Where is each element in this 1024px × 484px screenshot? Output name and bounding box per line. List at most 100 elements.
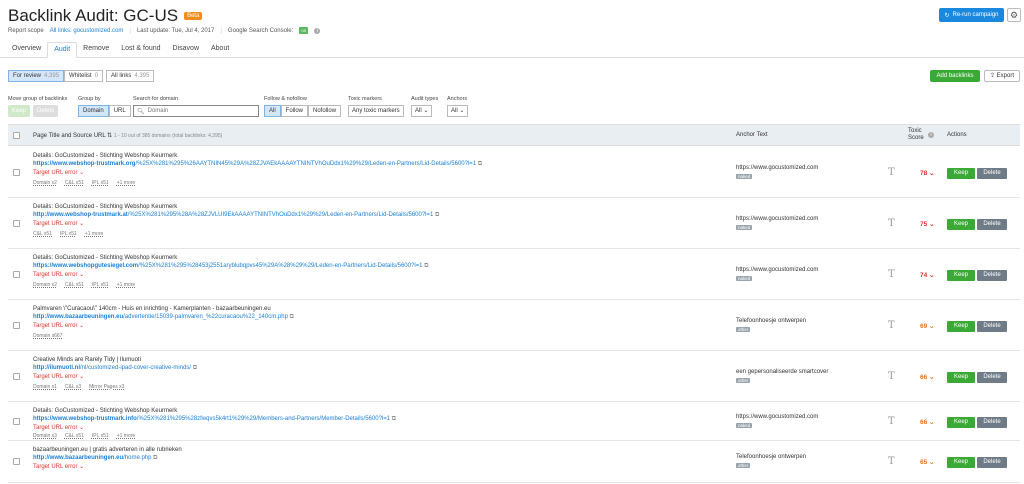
info-icon[interactable]: i bbox=[314, 27, 321, 34]
delete-button[interactable]: Delete bbox=[977, 270, 1007, 281]
toxic-score[interactable]: 75 ⌄ bbox=[920, 220, 935, 228]
metric-tag[interactable]: +1 more bbox=[117, 180, 135, 186]
delete-group-button[interactable]: Delete bbox=[33, 105, 59, 117]
source-url-link[interactable]: http://www.webshop-trustmark.at/%25X%281… bbox=[33, 212, 439, 219]
delete-button[interactable]: Delete bbox=[977, 457, 1007, 468]
segment-whitelist[interactable]: Whitelist 0 bbox=[64, 70, 104, 82]
delete-button[interactable]: Delete bbox=[977, 372, 1007, 383]
keep-button[interactable]: Keep bbox=[947, 321, 975, 332]
external-link-icon[interactable]: ⧉ bbox=[424, 263, 428, 269]
metric-tag[interactable]: IPL x51 bbox=[92, 282, 109, 288]
toxic-score[interactable]: 65 ⌄ bbox=[920, 458, 935, 466]
tab-about[interactable]: About bbox=[205, 42, 235, 58]
delete-button[interactable]: Delete bbox=[977, 219, 1007, 230]
toxic-score[interactable]: 78 ⌄ bbox=[920, 169, 935, 177]
row-checkbox[interactable] bbox=[13, 169, 20, 178]
group-domain-button[interactable]: Domain bbox=[78, 105, 109, 117]
target-url-error[interactable]: Target URL error ⌄ bbox=[33, 424, 84, 431]
metric-tag[interactable]: IPL x51 bbox=[92, 180, 109, 186]
info-icon[interactable]: i bbox=[928, 132, 934, 138]
row-checkbox[interactable] bbox=[13, 458, 20, 467]
metric-tag[interactable]: C&L x51 bbox=[33, 231, 52, 237]
external-link-icon[interactable]: ⧉ bbox=[193, 365, 197, 371]
text-format-icon: T bbox=[888, 269, 895, 280]
metric-tag[interactable]: +1 more bbox=[117, 433, 135, 439]
error-label: Target URL error bbox=[33, 221, 78, 227]
target-url-error[interactable]: Target URL error ⌄ bbox=[33, 322, 84, 329]
row-checkbox[interactable] bbox=[13, 220, 20, 229]
keep-button[interactable]: Keep bbox=[947, 168, 975, 179]
row-checkbox[interactable] bbox=[13, 322, 20, 331]
target-url-error[interactable]: Target URL error ⌄ bbox=[33, 463, 84, 470]
sort-icon[interactable]: ⇅ bbox=[107, 133, 114, 139]
external-link-icon[interactable]: ⧉ bbox=[290, 314, 294, 320]
rerun-campaign-button[interactable]: ↻ Re-run campaign bbox=[939, 8, 1004, 22]
segment-for-review[interactable]: For review 4,395 bbox=[8, 70, 65, 82]
metric-tag[interactable]: C&L x3 bbox=[65, 384, 81, 390]
tab-overview[interactable]: Overview bbox=[6, 42, 47, 58]
source-url-link[interactable]: https://www.webshop-trustmark.info/%25X%… bbox=[33, 416, 396, 423]
keep-group-button[interactable]: Keep bbox=[8, 105, 31, 117]
keep-button[interactable]: Keep bbox=[947, 457, 975, 468]
toxic-score[interactable]: 69 ⌄ bbox=[920, 322, 935, 330]
delete-button[interactable]: Delete bbox=[977, 417, 1007, 428]
export-button[interactable]: ⇪ Export bbox=[984, 70, 1020, 82]
keep-button[interactable]: Keep bbox=[947, 219, 975, 230]
target-url-error[interactable]: Target URL error ⌄ bbox=[33, 220, 84, 227]
metric-tag[interactable]: IPL x51 bbox=[60, 231, 77, 237]
follow-all-button[interactable]: All bbox=[264, 105, 281, 117]
group-url-button[interactable]: URL bbox=[108, 105, 131, 117]
source-url-link[interactable]: https://www.webshop-trustmark.org/%25X%2… bbox=[33, 161, 482, 168]
anchors-dropdown[interactable]: All ⌄ bbox=[447, 105, 469, 117]
tab-disavow[interactable]: Disavow bbox=[167, 42, 205, 58]
metric-tag[interactable]: C&L x51 bbox=[65, 180, 84, 186]
metric-tag[interactable]: Domain x3 bbox=[33, 433, 57, 439]
select-all-checkbox[interactable] bbox=[13, 132, 20, 141]
row-checkbox[interactable] bbox=[13, 373, 20, 382]
source-url-link[interactable]: https://www.webshopgutesiegel.com/%25X%2… bbox=[33, 263, 428, 270]
delete-button[interactable]: Delete bbox=[977, 321, 1007, 332]
metric-tag[interactable]: Domain x2 bbox=[33, 180, 57, 186]
row-checkbox[interactable] bbox=[13, 418, 20, 427]
metric-tag[interactable]: Domain x667 bbox=[33, 333, 62, 339]
source-url-link[interactable]: http://ilumuoti.nl/nl/customized-ipad-co… bbox=[33, 365, 197, 372]
metric-tag[interactable]: C&L x51 bbox=[65, 433, 84, 439]
metric-tag[interactable]: Mirror Pages x3 bbox=[89, 384, 124, 390]
metric-tag[interactable]: C&L x51 bbox=[65, 282, 84, 288]
settings-gear-icon[interactable]: ⚙ bbox=[1007, 8, 1021, 22]
tab-lost-found[interactable]: Lost & found bbox=[115, 42, 166, 58]
toxic-score[interactable]: 66 ⌄ bbox=[920, 373, 935, 381]
keep-button[interactable]: Keep bbox=[947, 270, 975, 281]
source-url-link[interactable]: http://www.bazaarbeuningen.eu/advertenti… bbox=[33, 314, 294, 321]
external-link-icon[interactable]: ⧉ bbox=[392, 416, 396, 422]
target-url-error[interactable]: Target URL error ⌄ bbox=[33, 271, 84, 278]
metric-tag[interactable]: Domain x1 bbox=[33, 384, 57, 390]
metric-tag[interactable]: Domain x2 bbox=[33, 282, 57, 288]
external-link-icon[interactable]: ⧉ bbox=[478, 161, 482, 167]
external-link-icon[interactable]: ⧉ bbox=[435, 212, 439, 218]
tab-audit[interactable]: Audit bbox=[47, 42, 78, 58]
row-checkbox[interactable] bbox=[13, 271, 20, 280]
target-url-error[interactable]: Target URL error ⌄ bbox=[33, 169, 84, 176]
delete-button[interactable]: Delete bbox=[977, 168, 1007, 179]
keep-button[interactable]: Keep bbox=[947, 372, 975, 383]
metric-tag[interactable]: IPL x51 bbox=[92, 433, 109, 439]
segment-all-links[interactable]: All links 4,395 bbox=[106, 70, 155, 82]
follow-button[interactable]: Follow bbox=[280, 105, 309, 117]
report-scope-link[interactable]: All links: gocustomized.com bbox=[50, 28, 124, 34]
toxic-markers-dropdown[interactable]: Any toxic markers bbox=[348, 105, 404, 117]
table-row: Palmvaren \"Curacaou\" 140cm - Huis en i… bbox=[8, 300, 1020, 351]
metric-tag[interactable]: +1 more bbox=[117, 282, 135, 288]
audit-types-dropdown[interactable]: All ⌄ bbox=[411, 105, 433, 117]
nofollow-button[interactable]: Nofollow bbox=[308, 105, 342, 117]
keep-button[interactable]: Keep bbox=[947, 417, 975, 428]
domain-search-input[interactable]: 🔍︎ Domain bbox=[133, 105, 259, 117]
add-backlinks-button[interactable]: Add backlinks bbox=[930, 70, 980, 82]
target-url-error[interactable]: Target URL error ⌄ bbox=[33, 373, 84, 380]
tab-remove[interactable]: Remove bbox=[77, 42, 115, 58]
external-link-icon[interactable]: ⧉ bbox=[153, 455, 157, 461]
source-url-link[interactable]: http://www.bazaarbeuningen.eu/home.php ⧉ bbox=[33, 455, 157, 462]
toxic-score[interactable]: 74 ⌄ bbox=[920, 271, 935, 279]
metric-tag[interactable]: +1 more bbox=[85, 231, 103, 237]
toxic-score[interactable]: 66 ⌄ bbox=[920, 418, 935, 426]
